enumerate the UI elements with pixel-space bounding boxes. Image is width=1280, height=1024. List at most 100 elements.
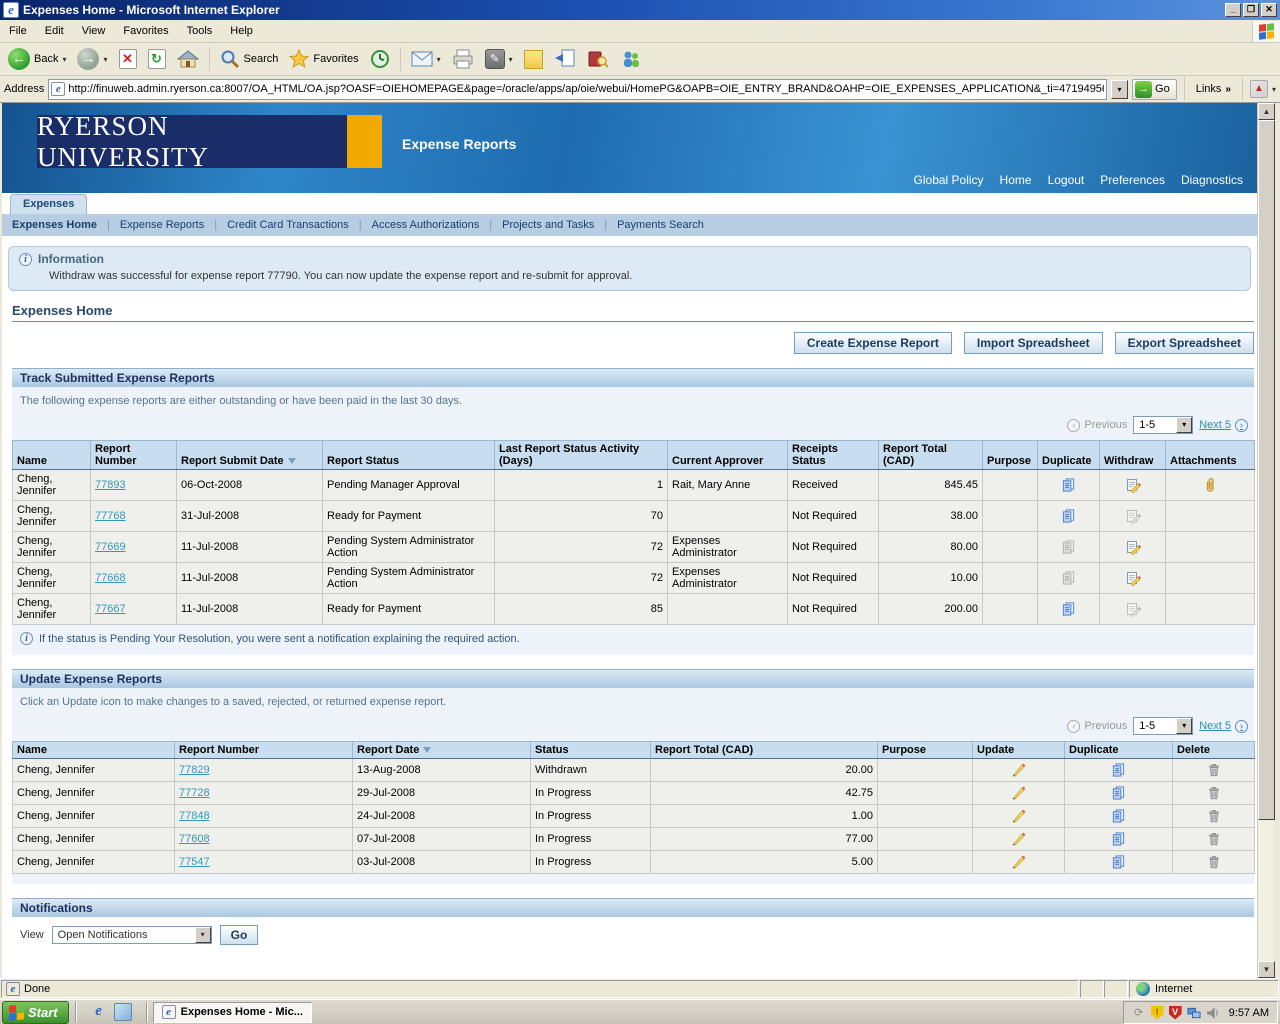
discuss-button[interactable] bbox=[520, 48, 547, 71]
duplicate-icon[interactable] bbox=[1111, 785, 1126, 801]
restore-button[interactable]: ❐ bbox=[1243, 3, 1259, 17]
report-number-link[interactable]: 77728 bbox=[179, 787, 210, 799]
nav-projects-and-tasks[interactable]: Projects and Tasks bbox=[492, 219, 604, 231]
withdraw-icon[interactable] bbox=[1125, 477, 1141, 493]
link-diagnostics[interactable]: Diagnostics bbox=[1181, 173, 1243, 187]
address-input[interactable]: e http://finuweb.admin.ryerson.ca:8007/O… bbox=[48, 79, 1107, 100]
tray-network-icon[interactable] bbox=[1187, 1006, 1201, 1020]
menu-favorites[interactable]: Favorites bbox=[114, 22, 177, 40]
vertical-scrollbar[interactable]: ▲ ▼ bbox=[1257, 103, 1274, 978]
nav-expenses-home[interactable]: Expenses Home bbox=[10, 219, 107, 231]
tray-volume-icon[interactable] bbox=[1206, 1006, 1220, 1020]
track-range-select[interactable]: 1-5 ▾ bbox=[1133, 416, 1193, 434]
tray-sync-icon[interactable]: ⟳ bbox=[1132, 1006, 1146, 1020]
duplicate-icon[interactable] bbox=[1111, 762, 1126, 778]
update-pencil-icon[interactable] bbox=[1011, 808, 1027, 824]
create-expense-report-button[interactable]: Create Expense Report bbox=[794, 332, 952, 354]
report-number-link[interactable]: 77669 bbox=[95, 541, 126, 553]
search-button[interactable]: Search bbox=[216, 47, 283, 71]
address-dropdown-icon[interactable]: ▾ bbox=[1111, 80, 1128, 99]
menu-file[interactable]: File bbox=[0, 22, 36, 40]
tab-expenses[interactable]: Expenses bbox=[10, 194, 87, 214]
delete-trash-icon[interactable] bbox=[1207, 831, 1221, 847]
update-range-select[interactable]: 1-5 ▾ bbox=[1133, 717, 1193, 735]
report-number-link[interactable]: 77848 bbox=[179, 810, 210, 822]
duplicate-icon[interactable] bbox=[1061, 601, 1076, 617]
next-5-link[interactable]: Next 5 › bbox=[1199, 419, 1248, 432]
menu-help[interactable]: Help bbox=[221, 22, 262, 40]
sort-report-date[interactable]: Report Date bbox=[353, 742, 531, 759]
research-button[interactable] bbox=[583, 47, 613, 71]
delete-trash-icon[interactable] bbox=[1207, 854, 1221, 870]
close-button[interactable]: ✕ bbox=[1261, 3, 1277, 17]
withdraw-icon[interactable] bbox=[1125, 570, 1141, 586]
duplicate-icon[interactable] bbox=[1111, 831, 1126, 847]
menu-edit[interactable]: Edit bbox=[36, 22, 73, 40]
back-dropdown-icon[interactable]: ▾ bbox=[62, 55, 66, 64]
notifications-go-button[interactable]: Go bbox=[220, 925, 259, 945]
mail-button[interactable]: ▾ bbox=[407, 49, 445, 69]
select-dropdown-icon[interactable]: ▾ bbox=[195, 927, 211, 943]
messenger-doc-button[interactable] bbox=[550, 47, 580, 71]
scroll-up-icon[interactable]: ▲ bbox=[1258, 103, 1275, 120]
nav-payments-search[interactable]: Payments Search bbox=[607, 219, 714, 231]
tray-antivirus-icon[interactable]: V bbox=[1169, 1006, 1182, 1020]
print-button[interactable] bbox=[448, 47, 478, 71]
sort-report-submit-date[interactable]: Report Submit Date bbox=[177, 441, 323, 470]
link-preferences[interactable]: Preferences bbox=[1100, 173, 1165, 187]
scrollbar-thumb[interactable] bbox=[1258, 120, 1275, 820]
home-button[interactable] bbox=[173, 47, 203, 71]
select-dropdown-icon[interactable]: ▾ bbox=[1176, 417, 1192, 433]
minimize-button[interactable]: _ bbox=[1225, 3, 1241, 17]
withdraw-icon[interactable] bbox=[1125, 539, 1141, 555]
next-5-link[interactable]: Next 5 › bbox=[1199, 720, 1248, 733]
forward-dropdown-icon[interactable]: ▾ bbox=[103, 55, 107, 64]
nav-expense-reports[interactable]: Expense Reports bbox=[110, 219, 214, 231]
forward-button[interactable]: → ▾ bbox=[73, 46, 111, 72]
nav-credit-card-transactions[interactable]: Credit Card Transactions bbox=[217, 219, 359, 231]
go-button[interactable]: → Go bbox=[1132, 79, 1177, 100]
import-spreadsheet-button[interactable]: Import Spreadsheet bbox=[964, 332, 1103, 354]
adobe-dropdown-icon[interactable]: ▾ bbox=[1272, 85, 1276, 94]
msn-messenger-button[interactable] bbox=[616, 47, 646, 71]
report-number-link[interactable]: 77608 bbox=[179, 833, 210, 845]
select-dropdown-icon[interactable]: ▾ bbox=[1176, 718, 1192, 734]
stop-button[interactable]: ✕ bbox=[115, 47, 141, 71]
report-number-link[interactable]: 77668 bbox=[95, 572, 126, 584]
quick-launch-ie-icon[interactable]: e bbox=[90, 1003, 108, 1021]
quick-launch-icon[interactable] bbox=[114, 1003, 132, 1021]
scroll-down-icon[interactable]: ▼ bbox=[1258, 961, 1275, 978]
report-number-link[interactable]: 77547 bbox=[179, 856, 210, 868]
task-button-expenses-home[interactable]: e Expenses Home - Mic... bbox=[153, 1002, 312, 1023]
favorites-button[interactable]: Favorites bbox=[285, 47, 362, 71]
start-button[interactable]: Start bbox=[2, 1001, 69, 1024]
update-pencil-icon[interactable] bbox=[1011, 831, 1027, 847]
duplicate-icon[interactable] bbox=[1111, 808, 1126, 824]
duplicate-icon[interactable] bbox=[1111, 854, 1126, 870]
adobe-pdf-icon[interactable]: ▲ bbox=[1250, 80, 1268, 98]
edit-dropdown-icon[interactable]: ▾ bbox=[509, 55, 513, 64]
delete-trash-icon[interactable] bbox=[1207, 762, 1221, 778]
update-pencil-icon[interactable] bbox=[1011, 785, 1027, 801]
update-pencil-icon[interactable] bbox=[1011, 854, 1027, 870]
links-toolbar[interactable]: Links » bbox=[1192, 83, 1235, 95]
back-button[interactable]: ← Back ▾ bbox=[4, 46, 70, 72]
edit-button[interactable]: ✎ ▾ bbox=[481, 47, 517, 71]
duplicate-icon[interactable] bbox=[1061, 477, 1076, 493]
report-number-link[interactable]: 77893 bbox=[95, 479, 126, 491]
delete-trash-icon[interactable] bbox=[1207, 808, 1221, 824]
link-logout[interactable]: Logout bbox=[1048, 173, 1085, 187]
report-number-link[interactable]: 77829 bbox=[179, 764, 210, 776]
update-pencil-icon[interactable] bbox=[1011, 762, 1027, 778]
nav-access-authorizations[interactable]: Access Authorizations bbox=[362, 219, 490, 231]
tray-alert-shield-icon[interactable]: ! bbox=[1151, 1006, 1164, 1020]
mail-dropdown-icon[interactable]: ▾ bbox=[437, 55, 441, 64]
notifications-view-select[interactable]: Open Notifications ▾ bbox=[52, 926, 212, 944]
link-home[interactable]: Home bbox=[1000, 173, 1032, 187]
report-number-link[interactable]: 77768 bbox=[95, 510, 126, 522]
duplicate-icon[interactable] bbox=[1061, 508, 1076, 524]
report-number-link[interactable]: 77667 bbox=[95, 603, 126, 615]
taskbar-clock[interactable]: 9:57 AM bbox=[1229, 1007, 1269, 1019]
refresh-button[interactable]: ↻ bbox=[144, 47, 170, 71]
menu-view[interactable]: View bbox=[73, 22, 115, 40]
